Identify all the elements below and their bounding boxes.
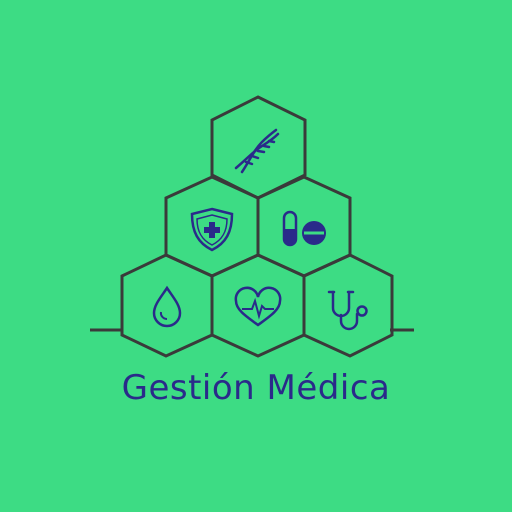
stethoscope-icon [327,290,368,331]
logo-canvas: Gestión Médica [0,0,512,512]
dna-icon [234,128,280,174]
heart-pulse-icon [234,286,282,327]
drop-icon [152,285,182,328]
pills-icon [282,210,326,247]
hex-bottom-center [210,253,306,358]
hex-bottom-left [120,253,214,358]
brand-name: Gestión Médica [121,368,391,408]
shield-cross-icon [190,207,234,252]
hexagon-logo [90,95,414,358]
